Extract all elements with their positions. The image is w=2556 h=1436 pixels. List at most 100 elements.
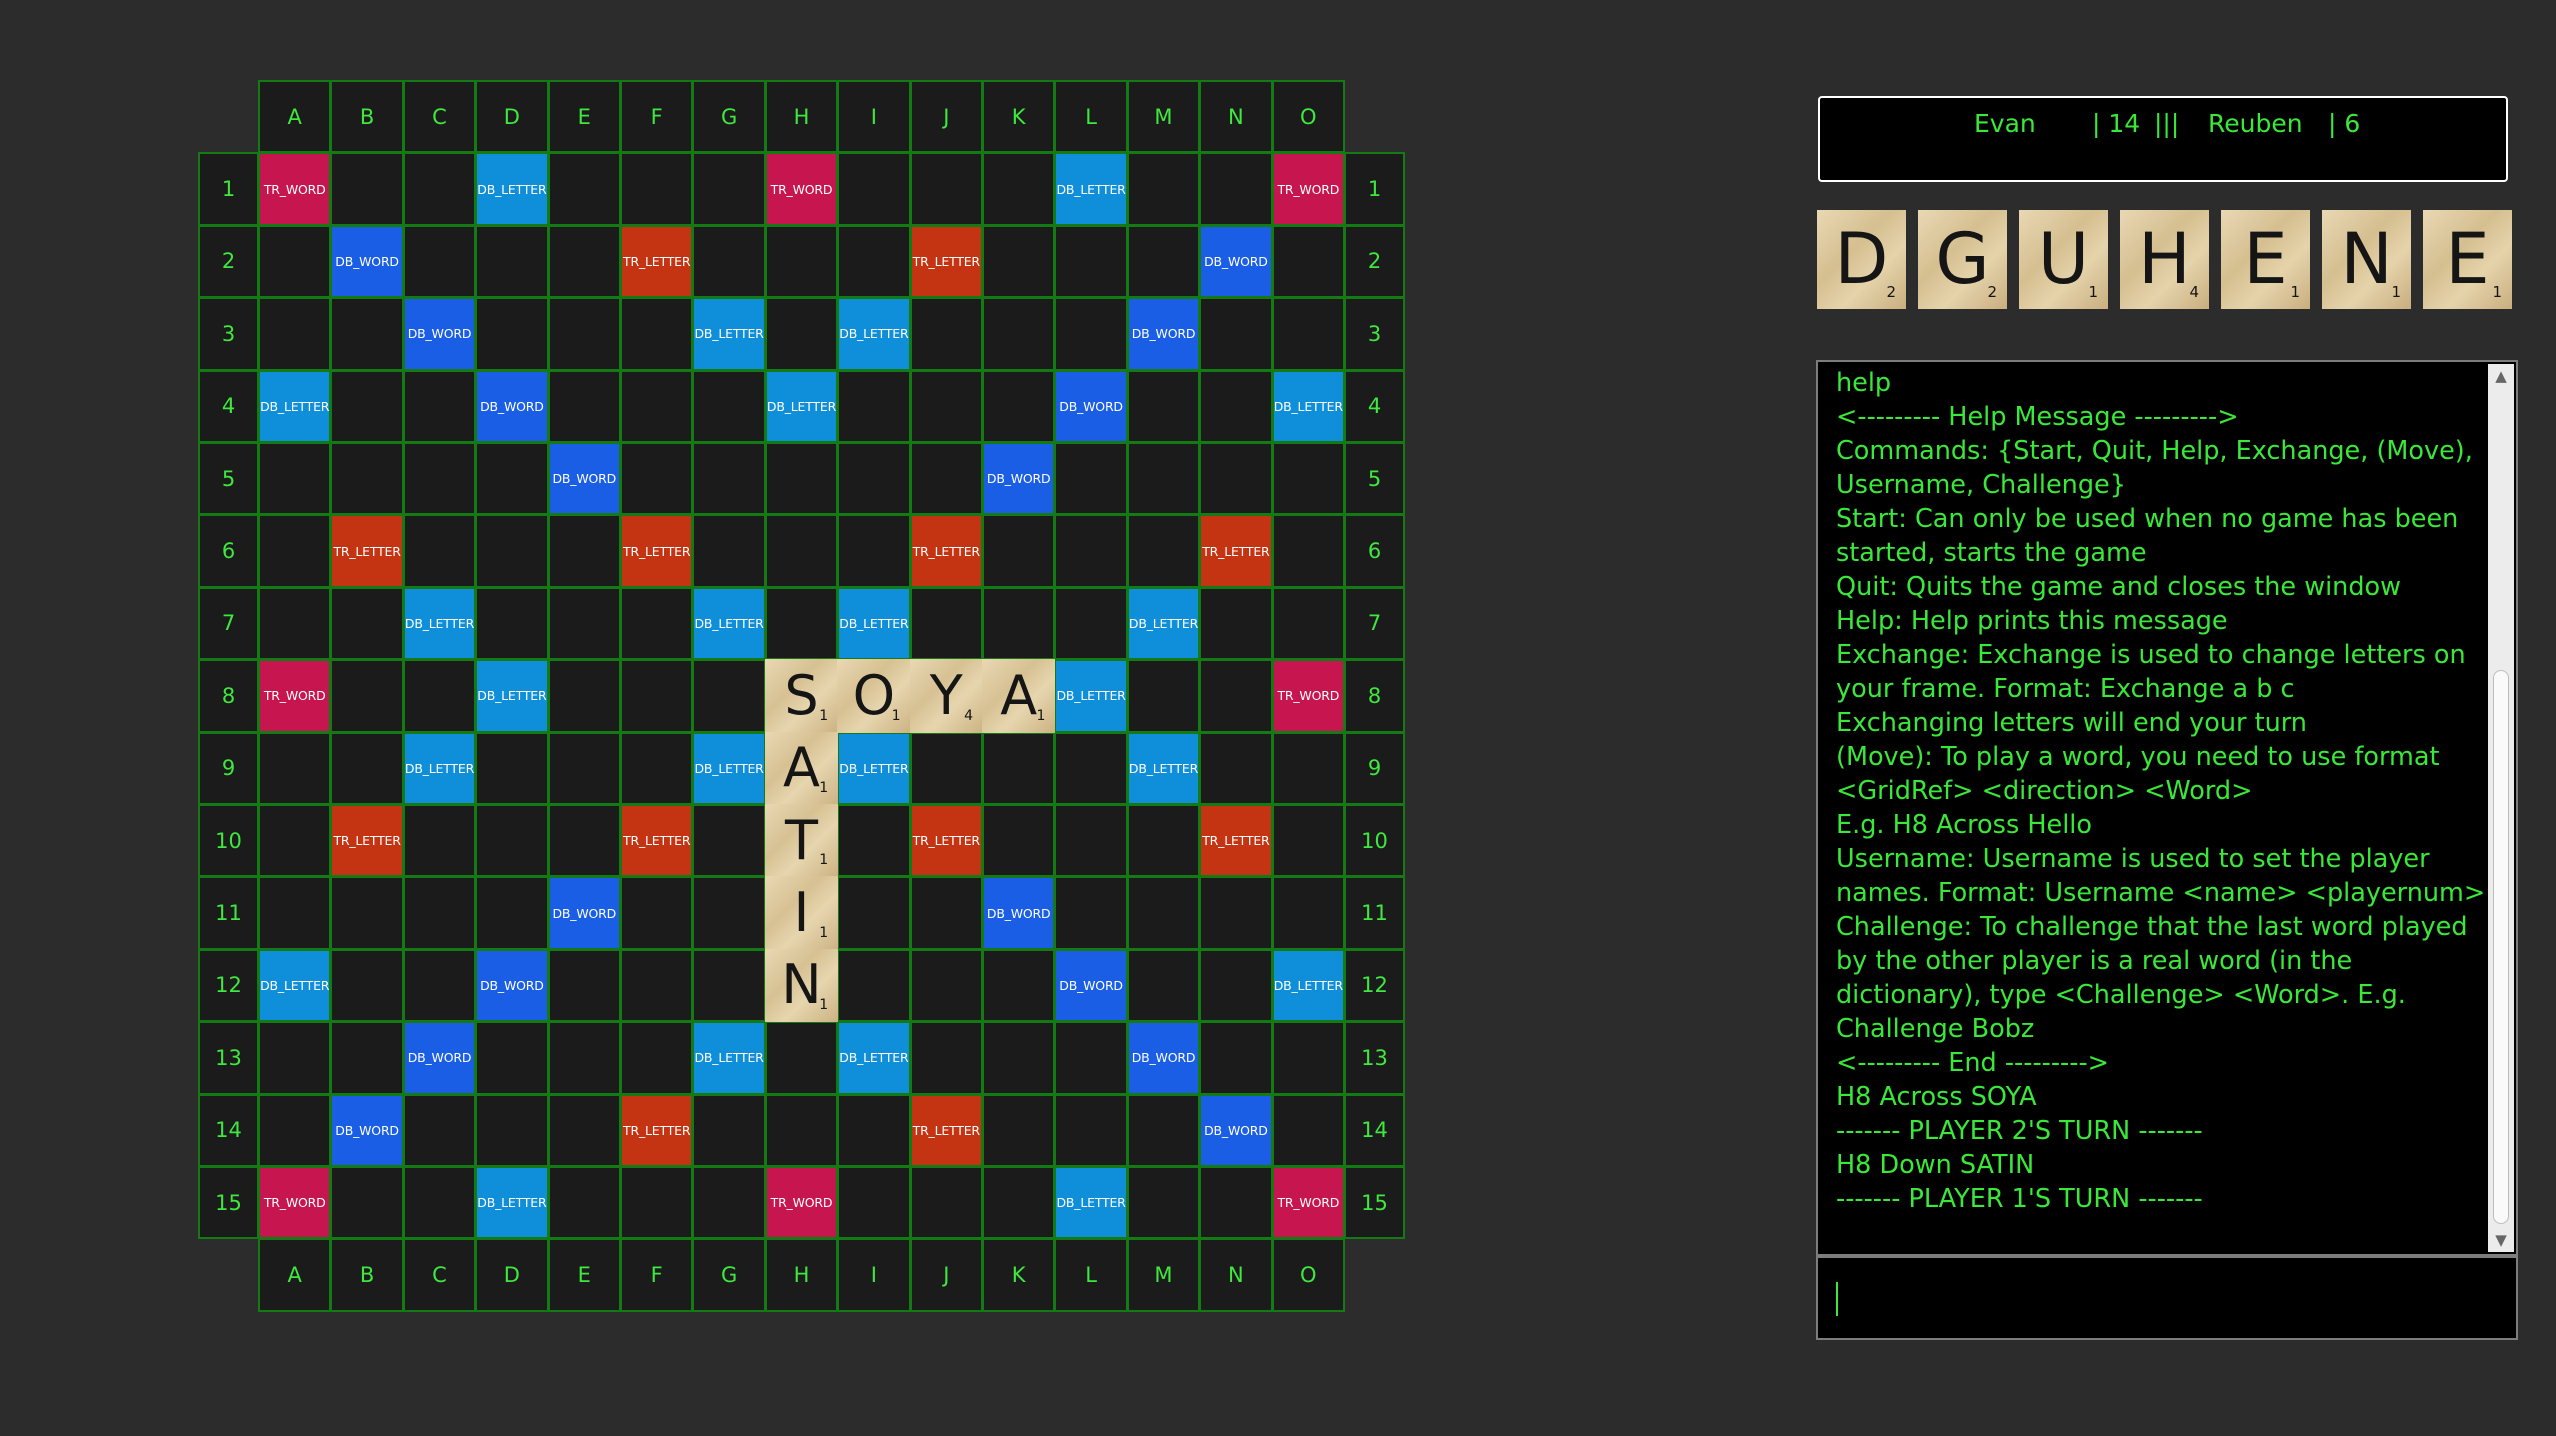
board-cell-d15[interactable]: DB_LETTER bbox=[475, 1166, 549, 1240]
board-cell-e4[interactable] bbox=[547, 369, 621, 443]
board-cell-l15[interactable]: DB_LETTER bbox=[1054, 1166, 1128, 1240]
board-cell-h7[interactable] bbox=[764, 586, 839, 661]
board-cell-k11[interactable]: DB_WORD bbox=[982, 876, 1056, 950]
board-cell-c5[interactable] bbox=[402, 442, 477, 516]
board-cell-f14[interactable]: TR_LETTER bbox=[620, 1093, 694, 1167]
board-cell-i2[interactable] bbox=[837, 224, 911, 299]
board-cell-d11[interactable] bbox=[475, 876, 549, 950]
board-cell-m10[interactable] bbox=[1126, 804, 1201, 878]
board-cell-m13[interactable]: DB_WORD bbox=[1126, 1021, 1201, 1095]
board-cell-a9[interactable] bbox=[258, 731, 332, 805]
board-cell-m12[interactable] bbox=[1126, 948, 1201, 1023]
board-cell-c6[interactable] bbox=[402, 514, 477, 588]
board-cell-b9[interactable] bbox=[330, 731, 404, 805]
board-cell-i4[interactable] bbox=[837, 369, 911, 443]
placed-tile-k8[interactable]: A1 bbox=[982, 659, 1056, 733]
board-cell-j2[interactable]: TR_LETTER bbox=[909, 224, 983, 299]
board-cell-m14[interactable] bbox=[1126, 1093, 1201, 1167]
board-cell-a15[interactable]: TR_WORD bbox=[258, 1166, 332, 1240]
board-cell-g3[interactable]: DB_LETTER bbox=[692, 297, 766, 371]
board-cell-a1[interactable]: TR_WORD bbox=[258, 152, 332, 226]
board-cell-f12[interactable] bbox=[620, 948, 694, 1023]
board-cell-o10[interactable] bbox=[1271, 804, 1345, 878]
board-cell-d14[interactable] bbox=[475, 1093, 549, 1167]
board-cell-b8[interactable] bbox=[330, 659, 404, 733]
board-cell-a6[interactable] bbox=[258, 514, 332, 588]
board-cell-i14[interactable] bbox=[837, 1093, 911, 1167]
board-cell-k14[interactable] bbox=[982, 1093, 1056, 1167]
board-cell-j12[interactable] bbox=[909, 948, 983, 1023]
board-cell-f10[interactable]: TR_LETTER bbox=[620, 804, 694, 878]
board-cell-e5[interactable]: DB_WORD bbox=[547, 442, 621, 516]
board-cell-c1[interactable] bbox=[402, 152, 477, 226]
board-cell-n4[interactable] bbox=[1199, 369, 1273, 443]
board-cell-c9[interactable]: DB_LETTER bbox=[402, 731, 477, 805]
board-cell-a5[interactable] bbox=[258, 442, 332, 516]
board-cell-h6[interactable] bbox=[764, 514, 839, 588]
board-cell-l3[interactable] bbox=[1054, 297, 1128, 371]
console-scrollbar[interactable]: ▲ ▼ bbox=[2488, 364, 2514, 1252]
placed-tile-h10[interactable]: T1 bbox=[764, 804, 839, 878]
board-cell-g14[interactable] bbox=[692, 1093, 766, 1167]
board-cell-j10[interactable]: TR_LETTER bbox=[909, 804, 983, 878]
board-cell-n8[interactable] bbox=[1199, 659, 1273, 733]
board-cell-a12[interactable]: DB_LETTER bbox=[258, 948, 332, 1023]
board-cell-l11[interactable] bbox=[1054, 876, 1128, 950]
board-cell-e7[interactable] bbox=[547, 586, 621, 661]
board-cell-f15[interactable] bbox=[620, 1166, 694, 1240]
board-cell-l14[interactable] bbox=[1054, 1093, 1128, 1167]
board-cell-j3[interactable] bbox=[909, 297, 983, 371]
board-cell-d3[interactable] bbox=[475, 297, 549, 371]
board-cell-m9[interactable]: DB_LETTER bbox=[1126, 731, 1201, 805]
board-cell-n13[interactable] bbox=[1199, 1021, 1273, 1095]
board-cell-l8[interactable]: DB_LETTER bbox=[1054, 659, 1128, 733]
board-cell-o11[interactable] bbox=[1271, 876, 1345, 950]
board-cell-n9[interactable] bbox=[1199, 731, 1273, 805]
board-cell-f11[interactable] bbox=[620, 876, 694, 950]
board-cell-n2[interactable]: DB_WORD bbox=[1199, 224, 1273, 299]
board-cell-n11[interactable] bbox=[1199, 876, 1273, 950]
board-cell-c4[interactable] bbox=[402, 369, 477, 443]
board-cell-a7[interactable] bbox=[258, 586, 332, 661]
board-cell-h2[interactable] bbox=[764, 224, 839, 299]
board-cell-l10[interactable] bbox=[1054, 804, 1128, 878]
board-cell-e12[interactable] bbox=[547, 948, 621, 1023]
board-cell-g9[interactable]: DB_LETTER bbox=[692, 731, 766, 805]
board-cell-o9[interactable] bbox=[1271, 731, 1345, 805]
board-cell-i13[interactable]: DB_LETTER bbox=[837, 1021, 911, 1095]
board-cell-c15[interactable] bbox=[402, 1166, 477, 1240]
board-cell-a14[interactable] bbox=[258, 1093, 332, 1167]
board-cell-d2[interactable] bbox=[475, 224, 549, 299]
board-cell-o13[interactable] bbox=[1271, 1021, 1345, 1095]
board-cell-o4[interactable]: DB_LETTER bbox=[1271, 369, 1345, 443]
board-cell-g2[interactable] bbox=[692, 224, 766, 299]
board-cell-e1[interactable] bbox=[547, 152, 621, 226]
board-cell-g1[interactable] bbox=[692, 152, 766, 226]
board-cell-n1[interactable] bbox=[1199, 152, 1273, 226]
board-cell-f8[interactable] bbox=[620, 659, 694, 733]
board-cell-l13[interactable] bbox=[1054, 1021, 1128, 1095]
board-cell-n14[interactable]: DB_WORD bbox=[1199, 1093, 1273, 1167]
rack-tile[interactable]: G2 bbox=[1918, 210, 2007, 309]
placed-tile-i8[interactable]: O1 bbox=[837, 659, 911, 733]
board-cell-k13[interactable] bbox=[982, 1021, 1056, 1095]
board-cell-j11[interactable] bbox=[909, 876, 983, 950]
board-cell-b3[interactable] bbox=[330, 297, 404, 371]
board-cell-c7[interactable]: DB_LETTER bbox=[402, 586, 477, 661]
command-input[interactable] bbox=[1816, 1256, 2518, 1340]
board-cell-m7[interactable]: DB_LETTER bbox=[1126, 586, 1201, 661]
board-cell-k12[interactable] bbox=[982, 948, 1056, 1023]
placed-tile-h8[interactable]: S1 bbox=[764, 659, 839, 733]
board-cell-d9[interactable] bbox=[475, 731, 549, 805]
rack-tile[interactable]: U1 bbox=[2019, 210, 2108, 309]
board-cell-l7[interactable] bbox=[1054, 586, 1128, 661]
board-cell-c11[interactable] bbox=[402, 876, 477, 950]
board-cell-a2[interactable] bbox=[258, 224, 332, 299]
board-cell-n15[interactable] bbox=[1199, 1166, 1273, 1240]
board-cell-e2[interactable] bbox=[547, 224, 621, 299]
board-cell-j7[interactable] bbox=[909, 586, 983, 661]
board-cell-b4[interactable] bbox=[330, 369, 404, 443]
board-cell-b2[interactable]: DB_WORD bbox=[330, 224, 404, 299]
placed-tile-h11[interactable]: I1 bbox=[764, 876, 839, 950]
placed-tile-h9[interactable]: A1 bbox=[764, 731, 839, 805]
